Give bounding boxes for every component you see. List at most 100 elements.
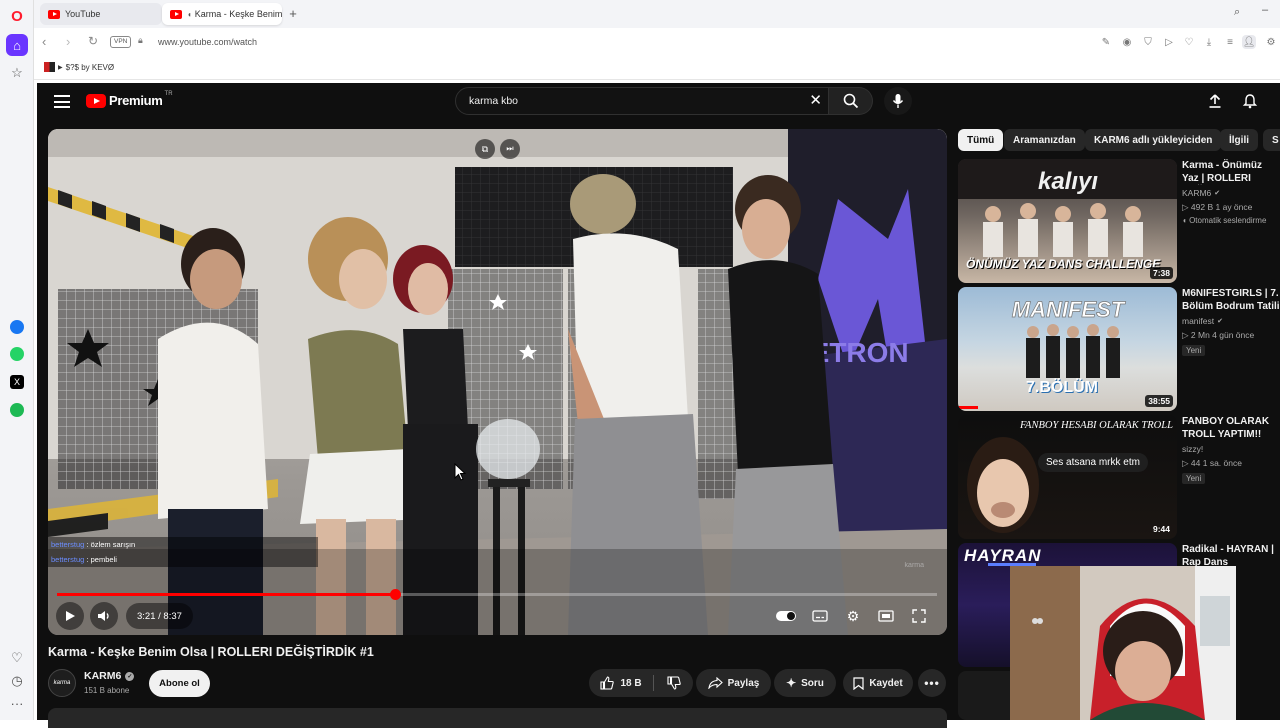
chip-from-uploader[interactable]: KARM6 adlı yükleyiciden — [1085, 129, 1222, 151]
skip-icon[interactable]: ⏭ — [500, 139, 520, 159]
back-icon[interactable]: ‹ — [42, 34, 46, 49]
video-thumbnail[interactable]: kalıyı ÖNÜMÜZ YAZ DANS CHALLENGE 7:38 — [958, 159, 1177, 283]
recommendation-item[interactable]: MANIFEST 7.BÖLÜM 38:55 M6NIFESTGIRLS | 7… — [958, 287, 1280, 411]
notifications-bell-icon[interactable] — [1242, 93, 1258, 109]
spotify-icon[interactable] — [6, 399, 28, 421]
tab-youtube[interactable]: YouTube — [40, 3, 162, 25]
download-icon[interactable]: ⤓ — [1202, 35, 1216, 49]
bookmark-item[interactable]: ▶ $?$ by KEVØ — [44, 62, 114, 72]
play-button[interactable] — [56, 602, 84, 630]
chip-all[interactable]: Tümü — [958, 129, 1004, 151]
new-tab-button[interactable]: + — [286, 6, 300, 21]
video-thumbnail[interactable]: MANIFEST 7.BÖLÜM 38:55 — [958, 287, 1177, 411]
recommendation-channel[interactable]: manifest — [1182, 316, 1214, 326]
voice-search-button[interactable] — [884, 87, 912, 115]
vpn-badge[interactable]: VPN — [110, 36, 132, 48]
channel-row: KARM6 ✔ — [1182, 188, 1280, 198]
channel-avatar[interactable]: karma — [48, 669, 76, 697]
opera-logo-icon[interactable]: O — [6, 5, 28, 27]
thumbnail-bubble: Ses atsana mrkk etm — [1038, 453, 1148, 472]
messenger-icon[interactable] — [6, 316, 28, 338]
thumbnail-text: ÖNÜMÜZ YAZ DANS CHALLENGE — [966, 257, 1161, 271]
heart-icon[interactable]: ♡ — [6, 647, 28, 669]
subtitles-button[interactable] — [807, 604, 833, 628]
recommendation-title[interactable]: M6NIFESTGIRLS | 7. Bölüm Bodrum Tatili — [1182, 287, 1280, 313]
dislike-button[interactable] — [655, 669, 693, 697]
url-field[interactable]: www.youtube.com/watch — [158, 37, 257, 47]
send-icon[interactable]: ▷ — [1162, 35, 1176, 49]
subscribe-button[interactable]: Abone ol — [149, 670, 210, 697]
theater-mode-button[interactable] — [873, 604, 899, 628]
upload-icon[interactable] — [1207, 93, 1223, 109]
chip-from-search[interactable]: Aramanızdan — [1004, 129, 1085, 151]
more-icon[interactable]: ··· — [6, 692, 28, 714]
lock-icon[interactable]: 🔒︎ — [138, 35, 143, 46]
x-icon[interactable]: X — [6, 371, 28, 393]
miniplayer-icon[interactable]: ⧉ — [475, 139, 495, 159]
recommendation-channel[interactable]: sizzy! — [1182, 444, 1280, 454]
badge-text: Otomatik seslendirme — [1189, 216, 1267, 225]
chip-more[interactable]: S — [1263, 129, 1280, 151]
home-icon[interactable]: ⌂ — [6, 34, 28, 56]
tab-current-video[interactable]: ◖ Karma - Keşke Benim — [162, 3, 282, 25]
recommendation-item[interactable]: FANBOY HESABI OLARAK TROLL Ses atsana mr… — [958, 415, 1280, 539]
search-button[interactable] — [829, 87, 873, 115]
search-value: karma kbo — [469, 95, 519, 107]
volume-button[interactable] — [90, 602, 118, 630]
heart-outline-icon[interactable]: ♡ — [1182, 35, 1196, 49]
duration-badge: 38:55 — [1145, 395, 1173, 407]
svg-text:kalıyı: kalıyı — [1038, 168, 1098, 195]
logo-text: Premium — [109, 93, 163, 108]
menu-lines-icon[interactable]: ≡ — [1223, 35, 1237, 49]
channel-name-row[interactable]: KARM6 ✓ — [84, 670, 135, 682]
toggle-icon — [776, 611, 796, 621]
progress-track[interactable] — [57, 589, 937, 600]
search-input[interactable]: karma kbo ✕ — [455, 87, 829, 115]
clear-search-icon[interactable]: ✕ — [809, 91, 822, 109]
channel-row: manifest ✔ — [1182, 316, 1280, 326]
view-count: ▷ 44 — [1182, 458, 1201, 468]
address-bar: ‹ › ↻ VPN 🔒︎ www.youtube.com/watch ✎ ◉ ⛉… — [34, 28, 1280, 56]
chat-message: betterstug : pembeli — [48, 552, 318, 567]
autoplay-toggle[interactable] — [773, 604, 799, 628]
recommendation-channel[interactable]: KARM6 — [1182, 188, 1211, 198]
settings-gear-icon[interactable]: ⚙ — [840, 604, 866, 628]
upload-age: 1 ay önce — [1215, 202, 1253, 212]
video-thumbnail[interactable]: FANBOY HESABI OLARAK TROLL Ses atsana mr… — [958, 415, 1177, 539]
region-code: TR — [164, 91, 173, 97]
like-button[interactable]: 18 B — [589, 669, 653, 697]
recommendation-item[interactable]: kalıyı ÖNÜMÜZ YAZ DANS CHALLENGE 7:38 Ka… — [958, 159, 1280, 283]
description-box[interactable] — [48, 708, 947, 728]
star-icon[interactable]: ☆ — [6, 62, 28, 84]
forward-icon[interactable]: › — [66, 34, 70, 49]
tab-search-icon[interactable]: ⌕ — [1234, 6, 1240, 19]
settings-icon[interactable]: ⚙ — [1264, 35, 1278, 49]
reload-icon[interactable]: ↻ — [88, 34, 98, 48]
filter-chips: Tümü Aramanızdan KARM6 adlı yükleyiciden… — [958, 129, 1280, 151]
recommendation-title[interactable]: Karma - Önümüz Yaz | ROLLERI DEĞİŞTİRDİK — [1182, 159, 1280, 185]
history-icon[interactable]: ◷ — [6, 670, 28, 692]
thumbs-down-icon — [667, 676, 681, 690]
minimize-icon[interactable]: – — [1262, 4, 1268, 16]
shield-icon[interactable]: ⛉ — [1141, 35, 1155, 49]
new-badge: Yeni — [1182, 345, 1206, 356]
ask-button[interactable]: ✦ Soru — [774, 669, 836, 697]
share-button[interactable]: Paylaş — [696, 669, 771, 697]
views-row: ▷ 2 Mn 4 gün önce — [1182, 330, 1280, 341]
edit-icon[interactable]: ✎ — [1099, 35, 1113, 49]
dubbing-badge: ◖ Otomatik seslendirme — [1182, 216, 1280, 225]
hamburger-icon[interactable] — [54, 95, 70, 108]
chip-related[interactable]: İlgili — [1220, 129, 1258, 151]
camera-icon[interactable]: ◉ — [1120, 35, 1134, 49]
save-button[interactable]: Kaydet — [843, 669, 913, 697]
profile-icon[interactable]: 👤︎ — [1242, 35, 1256, 49]
more-actions-button[interactable]: ••• — [918, 669, 946, 697]
fullscreen-button[interactable] — [906, 604, 932, 628]
view-count: ▷ 2 Mn — [1182, 330, 1210, 340]
whatsapp-icon[interactable] — [6, 343, 28, 365]
chat-overlay: betterstug : özlem sarışın betterstug : … — [48, 537, 318, 569]
youtube-logo[interactable]: Premium TR — [86, 91, 173, 108]
recommendation-title[interactable]: FANBOY OLARAK TROLL YAPTIM!! — [1182, 415, 1280, 441]
share-icon — [707, 677, 723, 689]
video-player[interactable]: METRON karma ⧉ ⏭ betterstug: özlem sarı… — [48, 129, 947, 635]
